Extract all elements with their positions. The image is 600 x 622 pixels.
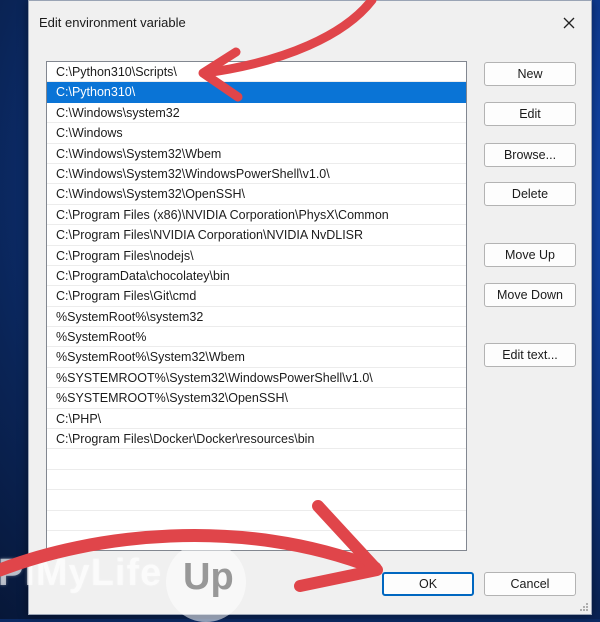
path-list-item[interactable]: C:\Program Files\nodejs\ [47, 246, 466, 266]
path-list-item[interactable]: C:\Program Files\Docker\Docker\resources… [47, 429, 466, 450]
move-up-button[interactable]: Move Up [484, 243, 576, 267]
edit-button[interactable]: Edit [484, 102, 576, 126]
title-bar[interactable]: Edit environment variable [29, 1, 591, 45]
empty-list-row[interactable] [47, 511, 466, 531]
watermark-logo-text: PiMyLife [0, 552, 163, 594]
path-list-item[interactable]: C:\Python310\ [47, 82, 466, 103]
path-list-item[interactable]: C:\Program Files\NVIDIA Corporation\NVID… [47, 225, 466, 246]
empty-list-row[interactable] [47, 470, 466, 491]
path-list-item[interactable]: C:\Python310\Scripts\ [47, 62, 466, 83]
path-list-item[interactable]: C:\Program Files\Git\cmd [47, 286, 466, 307]
path-list-item[interactable]: C:\PHP\ [47, 409, 466, 430]
path-list-item[interactable]: %SYSTEMROOT%\System32\OpenSSH\ [47, 388, 466, 409]
path-list-item[interactable]: %SYSTEMROOT%\System32\WindowsPowerShell\… [47, 368, 466, 389]
edit-environment-variable-dialog: Edit environment variable C:\Python310\S… [28, 0, 592, 615]
dialog-title: Edit environment variable [39, 15, 186, 30]
path-list-item[interactable]: C:\Windows\system32 [47, 103, 466, 124]
close-icon [563, 17, 575, 29]
resize-grip-icon[interactable] [579, 602, 589, 612]
path-list-item[interactable]: C:\Program Files (x86)\NVIDIA Corporatio… [47, 205, 466, 226]
path-list-item[interactable]: C:\ProgramData\chocolatey\bin [47, 266, 466, 287]
new-button[interactable]: New [484, 62, 576, 86]
cancel-button[interactable]: Cancel [484, 572, 576, 596]
empty-list-row[interactable] [47, 490, 466, 511]
path-list-item[interactable]: %SystemRoot% [47, 327, 466, 348]
empty-list-row[interactable] [47, 531, 466, 550]
path-list-item[interactable]: C:\Windows\System32\OpenSSH\ [47, 184, 466, 205]
edit-text-button[interactable]: Edit text... [484, 343, 576, 367]
path-list-item[interactable]: %SystemRoot%\System32\Wbem [47, 347, 466, 368]
delete-button[interactable]: Delete [484, 182, 576, 206]
path-list-item[interactable]: C:\Windows\System32\WindowsPowerShell\v1… [47, 164, 466, 185]
empty-list-row[interactable] [47, 449, 466, 470]
browse-button[interactable]: Browse... [484, 143, 576, 167]
path-list-item[interactable]: C:\Windows\System32\Wbem [47, 144, 466, 164]
ok-button[interactable]: OK [382, 572, 474, 596]
close-button[interactable] [555, 11, 583, 35]
path-list-item[interactable]: %SystemRoot%\system32 [47, 307, 466, 328]
watermark-badge-text: Up [183, 556, 234, 598]
move-down-button[interactable]: Move Down [484, 283, 576, 307]
path-list-item[interactable]: C:\Windows [47, 123, 466, 144]
path-list[interactable]: C:\Python310\Scripts\ C:\Python310\ C:\Win… [46, 61, 467, 551]
